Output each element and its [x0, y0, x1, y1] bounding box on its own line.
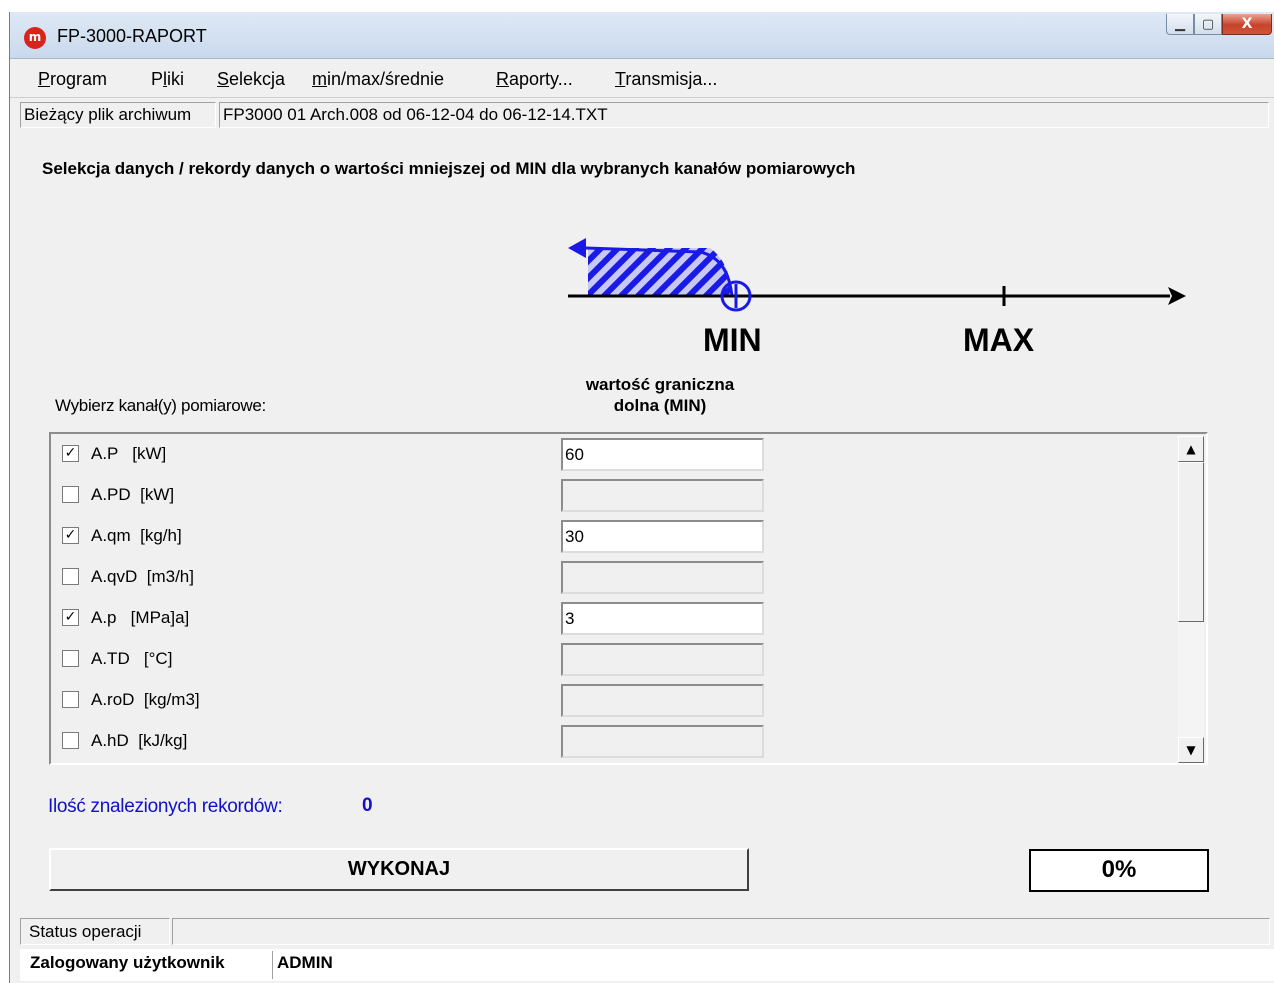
- min-value-input: [561, 684, 764, 717]
- maximize-button[interactable]: ▢: [1194, 14, 1222, 35]
- channel-row: ✓ A.p [MPa]a]: [51, 598, 1171, 639]
- execute-button[interactable]: WYKONAJ: [49, 848, 749, 891]
- current-file-bar: Bieżący plik archiwum FP3000 01 Arch.008…: [20, 102, 1270, 128]
- min-value-input[interactable]: [561, 602, 764, 635]
- channel-row: A.qvD [m3/h]: [51, 557, 1171, 598]
- current-file-value: FP3000 01 Arch.008 od 06-12-04 do 06-12-…: [219, 102, 1269, 128]
- channel-row: A.roD [kg/m3]: [51, 680, 1171, 721]
- min-label: MIN: [703, 322, 762, 358]
- logged-user-value: ADMIN: [272, 951, 1272, 979]
- channel-row: ✓ A.P [kW]: [51, 434, 1171, 475]
- page-heading: Selekcja danych / rekordy danych o warto…: [42, 159, 856, 178]
- records-found-label: Ilość znalezionych rekordów:: [48, 796, 283, 817]
- menu-program[interactable]: Program: [38, 69, 107, 90]
- channel-checkbox[interactable]: [62, 486, 79, 503]
- channel-row: A.hD [kJ/kg]: [51, 721, 1171, 762]
- channel-name: A.TD [°C]: [91, 649, 173, 668]
- channel-name: A.hD [kJ/kg]: [91, 731, 188, 750]
- axis-arrow-icon: [1168, 287, 1186, 305]
- menu-selekcja[interactable]: Selekcja: [217, 69, 285, 90]
- status-label: Status operacji: [20, 918, 170, 945]
- close-button[interactable]: X: [1222, 14, 1272, 35]
- channel-name: A.qm [kg/h]: [91, 526, 182, 545]
- window-controls: ▁ ▢ X: [1166, 14, 1272, 36]
- min-value-input: [561, 561, 764, 594]
- progress-indicator: 0%: [1029, 849, 1209, 892]
- current-file-label: Bieżący plik archiwum: [20, 102, 216, 128]
- channel-checkbox[interactable]: ✓: [62, 527, 79, 544]
- logged-user-bar: Zalogowany użytkownik ADMIN: [20, 949, 1274, 981]
- channel-checkbox[interactable]: ✓: [62, 445, 79, 462]
- channel-name: A.qvD [m3/h]: [91, 567, 194, 586]
- min-value-column-header: wartość graniczna dolna (MIN): [585, 375, 735, 415]
- records-found-count: 0: [362, 795, 373, 816]
- choose-channels-label: Wybierz kanał(y) pomiarowe:: [55, 396, 266, 415]
- min-threshold-diagram: MIN MAX: [560, 234, 1190, 364]
- min-value-input[interactable]: [561, 438, 764, 471]
- title-bar[interactable]: m FP-3000-RAPORT ▁ ▢ X: [10, 12, 1274, 59]
- window-title: FP-3000-RAPORT: [57, 26, 207, 46]
- minimize-button[interactable]: ▁: [1166, 14, 1194, 35]
- channel-row: A.TD [°C]: [51, 639, 1171, 680]
- status-bar: Status operacji: [20, 918, 1270, 945]
- channel-name: A.PD [kW]: [91, 485, 175, 504]
- menu-min-max-srednie[interactable]: min/max/średnie: [312, 69, 444, 90]
- scroll-up-button[interactable]: ▲: [1178, 436, 1204, 462]
- status-value: [172, 918, 1270, 945]
- close-icon: X: [1241, 16, 1253, 32]
- app-logo-icon: m: [24, 27, 46, 49]
- channel-checkbox[interactable]: [62, 568, 79, 585]
- threshold-diagram-graphic: [568, 238, 1186, 312]
- maximize-icon: ▢: [1201, 16, 1215, 32]
- menu-transmisja[interactable]: Transmisja...: [615, 69, 717, 90]
- menu-bar: Program Pliki Selekcja min/max/średnie R…: [10, 63, 1274, 98]
- app-window: m FP-3000-RAPORT ▁ ▢ X Program Pliki Sel…: [9, 12, 1274, 983]
- min-value-input[interactable]: [561, 520, 764, 553]
- menu-pliki[interactable]: Pliki: [151, 69, 184, 90]
- channel-checkbox[interactable]: [62, 650, 79, 667]
- scroll-up-icon: ▲: [1186, 442, 1196, 456]
- channel-name: A.P [kW]: [91, 444, 167, 463]
- channel-name: A.p [MPa]a]: [91, 608, 190, 627]
- channel-checkbox[interactable]: ✓: [62, 609, 79, 626]
- channel-list: ✓ A.P [kW] A.PD [kW] ✓ A.qm [kg/h] A.qvD…: [49, 432, 1208, 765]
- scroll-down-icon: ▼: [1186, 743, 1196, 757]
- min-value-input: [561, 643, 764, 676]
- max-label: MAX: [963, 322, 1035, 358]
- logged-user-label: Zalogowany użytkownik: [30, 953, 225, 972]
- scrollbar-thumb[interactable]: [1178, 462, 1204, 622]
- channel-row: A.PD [kW]: [51, 475, 1171, 516]
- scroll-down-button[interactable]: ▼: [1178, 737, 1204, 763]
- menu-raporty[interactable]: Raporty...: [496, 69, 573, 90]
- minimize-icon: ▁: [1175, 16, 1185, 32]
- channel-name: A.roD [kg/m3]: [91, 690, 200, 709]
- left-arrow-icon: [568, 238, 586, 258]
- vertical-scrollbar[interactable]: ▲ ▼: [1178, 436, 1204, 763]
- min-value-input: [561, 479, 764, 512]
- channel-checkbox[interactable]: [62, 732, 79, 749]
- min-value-input: [561, 725, 764, 758]
- channel-row: ✓ A.qm [kg/h]: [51, 516, 1171, 557]
- channel-checkbox[interactable]: [62, 691, 79, 708]
